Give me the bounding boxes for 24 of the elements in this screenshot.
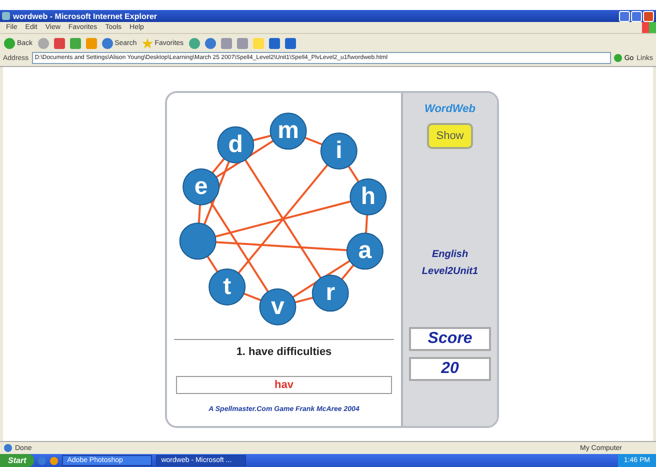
window-title: wordweb - Microsoft Internet Explorer <box>13 12 158 20</box>
letter-node[interactable]: a <box>346 232 384 270</box>
game-title: WordWeb <box>424 103 476 115</box>
letter-node[interactable]: m <box>270 112 307 150</box>
score-value: 20 <box>409 357 491 381</box>
close-button[interactable] <box>643 10 654 22</box>
letter-node[interactable]: t <box>208 268 246 306</box>
letter-node[interactable]: r <box>312 274 349 312</box>
show-button[interactable]: Show <box>427 123 473 149</box>
letter-node[interactable]: e <box>182 168 220 206</box>
minimize-button[interactable] <box>619 10 630 22</box>
letter-node[interactable]: d <box>217 126 254 164</box>
star-icon <box>142 38 153 48</box>
maximize-button[interactable] <box>631 10 642 22</box>
start-button[interactable]: Start <box>0 454 34 467</box>
language-text: English <box>432 249 468 260</box>
clue-text: 1. have difficulties <box>236 346 332 358</box>
score-label: Score <box>409 327 491 351</box>
letter-node[interactable]: i <box>320 132 358 170</box>
unit-text: Level2Unit1 <box>422 266 478 277</box>
letter-node[interactable]: v <box>259 288 296 326</box>
answer-field[interactable]: hav <box>176 376 392 394</box>
letter-node[interactable]: h <box>350 178 387 216</box>
blank-node[interactable] <box>179 222 216 260</box>
